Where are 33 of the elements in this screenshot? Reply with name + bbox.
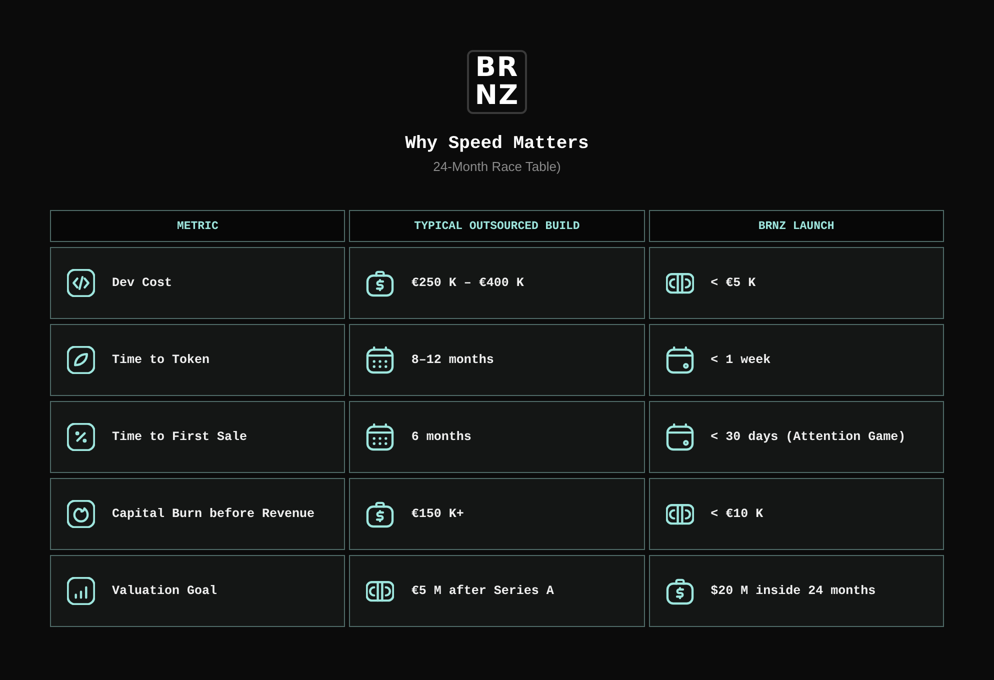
calendar-icon <box>366 346 394 374</box>
bar-chart-icon <box>67 577 95 605</box>
cell-text: Valuation Goal <box>112 584 218 598</box>
money-bag-icon <box>366 500 394 528</box>
column-header: TYPICAL OUTSOURCED BUILD <box>349 210 645 242</box>
wallet-icon <box>666 346 694 374</box>
cell-text: < €5 K <box>710 276 756 290</box>
money-bag-icon <box>666 577 694 605</box>
wallet-icon <box>666 423 694 451</box>
leaf-icon <box>67 346 95 374</box>
column-header: BRNZ LAUNCH <box>648 210 944 242</box>
calendar-icon <box>366 423 394 451</box>
cell-text: €5 M after Series A <box>411 584 554 598</box>
code-icon <box>67 269 95 297</box>
page-subtitle: 24-Month Race Table) <box>433 159 561 174</box>
cell-text: €250 K – €400 K <box>411 276 524 290</box>
cell-text: Capital Burn before Revenue <box>112 507 315 521</box>
cell-text: 8–12 months <box>411 353 494 367</box>
page-title: Why Speed Matters <box>405 134 589 154</box>
cell-text: Dev Cost <box>112 276 172 290</box>
cell-text: €150 K+ <box>411 507 464 521</box>
cell-text: Time to Token <box>112 353 210 367</box>
cell-text: < 30 days (Attention Game) <box>710 430 906 444</box>
logo: BR NZ <box>467 50 527 114</box>
cell-text: < 1 week <box>710 353 771 367</box>
money-bag-icon <box>366 269 394 297</box>
cell-text: 6 months <box>411 430 472 444</box>
cell-text: Time to First Sale <box>112 430 248 444</box>
cell-text: < €10 K <box>710 507 764 521</box>
percent-icon <box>67 423 95 451</box>
flame-icon <box>67 500 95 528</box>
column-header: METRIC <box>50 210 346 242</box>
cell-text: $20 M inside 24 months <box>710 584 876 598</box>
